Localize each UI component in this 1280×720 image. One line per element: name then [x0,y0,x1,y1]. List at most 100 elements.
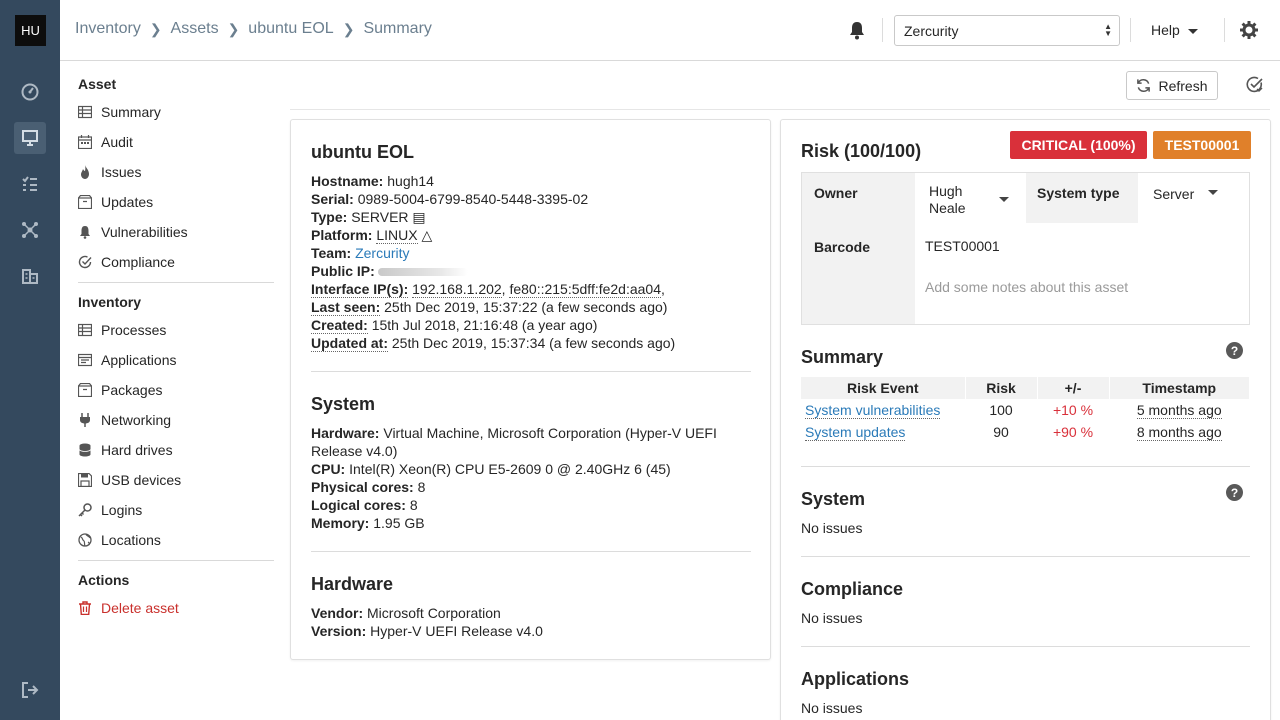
vendor-row: Vendor: Microsoft Corporation [311,604,741,622]
timestamp: 8 months ago [1136,424,1222,441]
sidebar-item-updates[interactable]: Updates [78,191,153,213]
column-header: Risk Event [801,377,966,399]
sidebar-title-actions: Actions [78,572,130,588]
asset-details-card: ubuntu EOL Hostname: hugh14 Serial: 0989… [290,119,771,660]
type-value: SERVER [351,209,409,225]
team-label: Team: [311,245,352,261]
sidebar-item-label: Hard drives [101,442,173,458]
system-title: System [311,394,376,414]
check-schedule-icon[interactable] [1246,76,1264,94]
tasks-icon[interactable] [14,168,46,200]
sidebar-item-compliance[interactable]: Compliance [78,251,175,273]
sidebar-item-packages[interactable]: Packages [78,379,162,401]
sidebar-item-hard-drives[interactable]: Hard drives [78,439,173,461]
assets-icon[interactable] [14,122,46,154]
app-rail: HU [0,0,60,720]
hostname-value: hugh14 [387,173,434,189]
asset-sidebar: Asset Summary Audit Issues Updates Vulne… [60,61,290,720]
sidebar-item-summary[interactable]: Summary [78,101,161,123]
header-divider [1130,18,1131,42]
owner-label: Owner [814,185,858,201]
sidebar-item-usb-devices[interactable]: USB devices [78,469,181,491]
logical-cores-row: Logical cores: 8 [311,496,741,514]
caret-down-icon [999,197,1009,202]
globe-icon [78,533,92,547]
sidebar-title-inventory: Inventory [78,294,142,310]
dashboard-icon[interactable] [14,76,46,108]
gear-icon[interactable] [1240,21,1258,39]
updated-label: Updated at: [311,335,388,352]
hostname-label: Hostname: [311,173,384,189]
sidebar-item-issues[interactable]: Issues [78,161,141,183]
sidebar-item-locations[interactable]: Locations [78,529,161,551]
version-label: Version: [311,623,367,639]
logout-icon[interactable] [14,674,46,706]
window-icon [78,353,92,367]
breadcrumb-asset[interactable]: ubuntu EOL [248,20,333,38]
sidebar-item-applications[interactable]: Applications [78,349,177,371]
type-row: Type: SERVER ▤ [311,208,741,226]
sidebar-item-label: Updates [101,194,154,210]
chevron-right-icon: ❯ [227,20,240,37]
sidebar-item-networking[interactable]: Networking [78,409,171,431]
risk-delta: +10 % [1052,402,1094,418]
sidebar-title-asset: Asset [78,76,117,92]
system-type-select[interactable]: Server [1138,173,1249,223]
created-label: Created: [311,317,368,334]
delete-asset-button[interactable]: Delete asset [78,597,179,619]
last-seen-row: Last seen: 25th Dec 2019, 15:37:22 (a fe… [311,298,741,316]
refresh-label: Refresh [1158,77,1208,94]
tenant-select[interactable]: Zercurity ▲ ▼ [894,15,1120,46]
refresh-button[interactable]: Refresh [1126,71,1218,100]
serial-row: Serial: 0989-5004-6799-8540-5448-3395-02 [311,190,741,208]
breadcrumb-inventory[interactable]: Inventory [75,20,141,38]
notes-input[interactable]: Add some notes about this asset [925,279,1128,295]
sidebar-item-label: USB devices [101,472,182,488]
interface-ip-label: Interface IP(s): [311,281,409,298]
owner-select[interactable]: Hugh Neale [915,173,1026,223]
system-issues-title: System [801,489,866,509]
sidebar-item-processes[interactable]: Processes [78,319,166,341]
section-divider [801,646,1250,647]
table-cell: 8 months ago [1109,421,1250,443]
help-icon[interactable]: ? [1226,484,1243,501]
sidebar-divider [78,560,274,561]
sidebar-item-vulnerabilities[interactable]: Vulnerabilities [78,221,188,243]
sidebar-item-audit[interactable]: Audit [78,131,133,153]
sidebar-item-logins[interactable]: Logins [78,499,142,521]
logical-cores-value: 8 [409,497,418,513]
logical-cores-label: Logical cores: [311,497,406,513]
team-row: Team: Zercurity [311,244,741,262]
critical-badge: CRITICAL (100%) [1010,131,1147,159]
chevron-right-icon: ❯ [342,20,355,37]
type-label: Type: [311,209,348,225]
risk-card: Risk (100/100) CRITICAL (100%) TEST00001… [780,119,1271,720]
owner-last-name: Neale [929,200,966,216]
tenant-select-value: Zercurity [904,23,959,39]
system-issues-text: No issues [801,520,863,536]
vendor-value: Microsoft Corporation [367,605,501,621]
barcode-label: Barcode [814,239,871,255]
help-icon[interactable]: ? [1226,342,1243,359]
barcode-value[interactable]: TEST00001 [925,238,1000,254]
network-icon[interactable] [14,214,46,246]
risk-value: 90 [993,424,1009,440]
help-menu[interactable]: Help [1151,22,1198,38]
last-seen-value: 25th Dec 2019, 15:37:22 (a few seconds a… [384,299,668,315]
organisation-icon[interactable] [14,260,46,292]
risk-summary-table: Risk Event Risk +/- Timestamp System vul… [801,377,1250,443]
breadcrumb-assets[interactable]: Assets [171,20,219,38]
vendor-label: Vendor: [311,605,364,621]
team-link[interactable]: Zercurity [355,245,409,261]
sidebar-item-label: Audit [101,134,133,150]
public-ip-label: Public IP: [311,263,375,279]
user-avatar[interactable]: HU [15,15,46,46]
chevron-right-icon: ❯ [149,20,162,37]
risk-value: 100 [989,402,1013,418]
risk-event-link[interactable]: System vulnerabilities [805,402,941,419]
risk-event-link[interactable]: System updates [805,424,906,441]
linux-icon: △ [421,227,433,243]
bell-icon[interactable] [848,20,866,40]
table-icon [78,105,92,119]
serial-value: 0989-5004-6799-8540-5448-3395-02 [357,191,589,207]
